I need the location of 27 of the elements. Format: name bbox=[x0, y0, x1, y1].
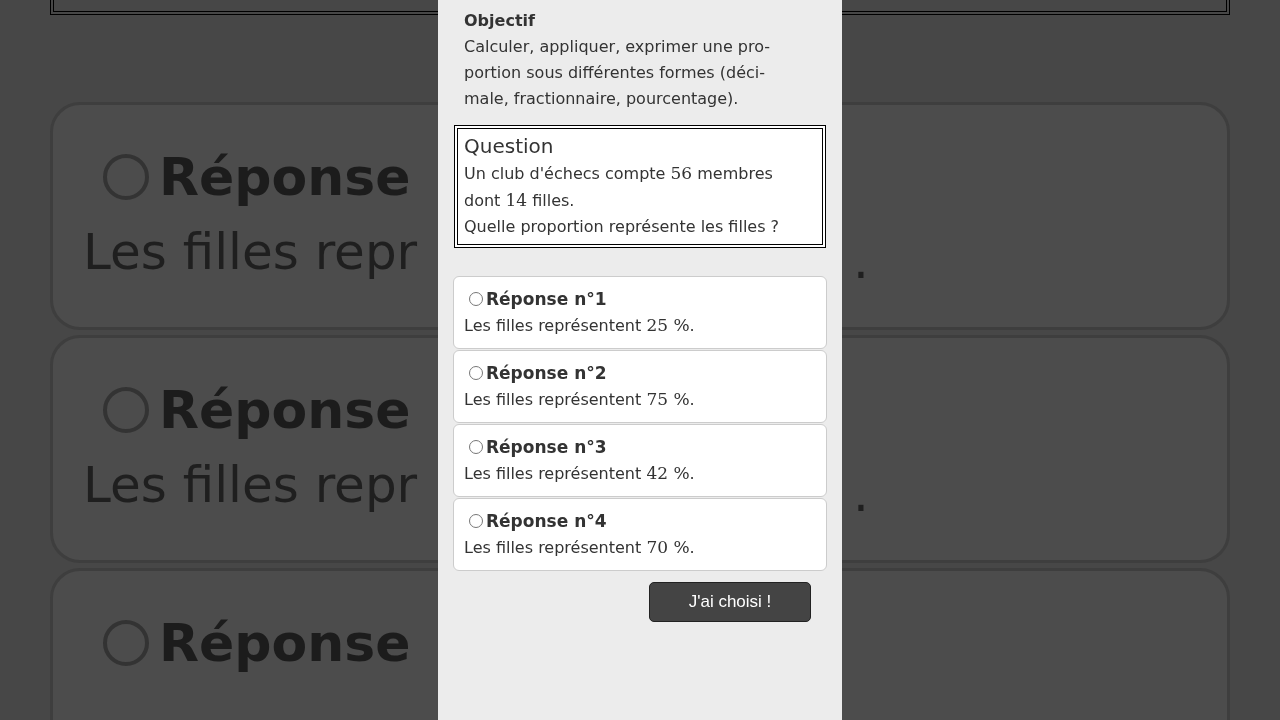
answer-option[interactable]: Réponse n°1 Les filles représentent 25 %. bbox=[453, 276, 827, 349]
radio-button[interactable] bbox=[469, 514, 483, 528]
answer-option[interactable]: Réponse n°2 Les filles représentent 75 %. bbox=[453, 350, 827, 423]
submit-button[interactable]: J'ai choisi ! bbox=[649, 582, 811, 622]
answer-text: Les filles représentent 70 %. bbox=[464, 536, 695, 559]
question-text: Quelle proportion représente les filles ? bbox=[464, 216, 781, 238]
radio-icon bbox=[103, 620, 149, 666]
radio-button[interactable] bbox=[469, 440, 483, 454]
answer-text: . bbox=[853, 464, 869, 524]
question-title: Question bbox=[464, 133, 554, 160]
answer-label: Réponse n°3 bbox=[486, 436, 607, 459]
answer-label: Réponse n°2 bbox=[486, 362, 607, 385]
answer-text: Les filles représentent 42 %. bbox=[464, 462, 695, 485]
radio-icon bbox=[103, 387, 149, 433]
question-text: Un club d'échecs compte 56 membres dont 14 filles. bbox=[464, 162, 774, 212]
radio-button[interactable] bbox=[469, 292, 483, 306]
answer-option[interactable]: Réponse n°3 Les filles représentent 42 %. bbox=[453, 424, 827, 497]
objective-title: Objectif bbox=[464, 10, 535, 32]
answer-label: Réponse n°4 bbox=[486, 510, 607, 533]
answer-label: Réponse n°1 bbox=[486, 288, 607, 311]
radio-icon bbox=[103, 154, 149, 200]
answer-option[interactable]: Réponse n°4 Les filles représentent 70 %. bbox=[453, 498, 827, 571]
objective-text: Calculer, appliquer, exprimer une pro- portion sous différentes formes (déci- male, fractionnaire, pourcentage). bbox=[464, 36, 771, 110]
radio-button[interactable] bbox=[469, 366, 483, 380]
answer-text: . bbox=[853, 231, 869, 291]
answer-text: Les filles représentent 25 %. bbox=[464, 314, 695, 337]
answer-text: Les filles représentent 75 %. bbox=[464, 388, 695, 411]
